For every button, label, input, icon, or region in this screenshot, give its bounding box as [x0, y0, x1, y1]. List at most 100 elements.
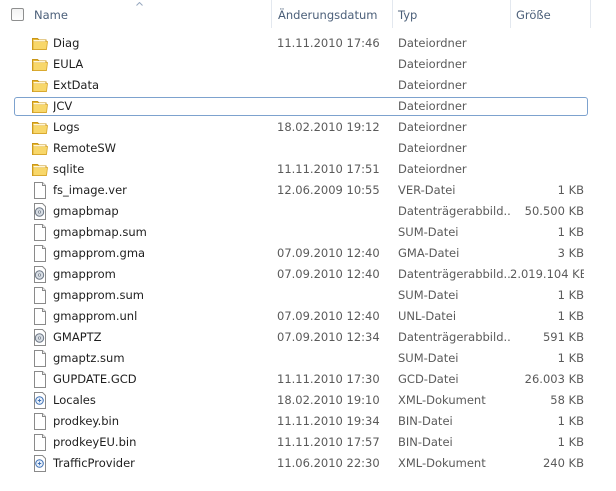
file-type: Dateiordner [398, 141, 467, 155]
file-size: 591 KB [542, 330, 584, 344]
file-name: sqlite [53, 162, 85, 176]
file-row-sqlite[interactable]: sqlite 11.11.2010 17:51 Dateiordner [0, 159, 616, 180]
file-row-prodkey-bin[interactable]: prodkey.bin 11.11.2010 19:34 BIN-Datei 1 KB [0, 411, 616, 432]
folder-icon [31, 119, 49, 136]
file-type: Datenträgerabbild... [398, 267, 510, 281]
select-all-checkbox[interactable] [11, 8, 24, 21]
column-header-name[interactable]: Name [29, 0, 269, 28]
file-name: Logs [53, 120, 80, 134]
column-divider[interactable] [271, 0, 272, 28]
file-size [510, 159, 584, 180]
file-type: GCD-Datei [398, 372, 459, 386]
file-row-gmapbmap-sum[interactable]: gmapbmap.sum SUM-Datei 1 KB [0, 222, 616, 243]
file-name: EULA [53, 57, 84, 71]
modified-date: 11.11.2010 19:34 [277, 414, 380, 428]
folder-icon [31, 140, 49, 157]
file-icon [31, 350, 49, 367]
file-row-eula[interactable]: EULA Dateiordner [0, 54, 616, 75]
file-row-gmapprom[interactable]: gmapprom 07.09.2010 12:40 Datenträgerabbil… [0, 264, 616, 285]
file-icon [31, 224, 49, 241]
file-size [510, 33, 584, 54]
file-type: XML-Dokument [398, 456, 486, 470]
file-row-gupdate-gcd[interactable]: GUPDATE.GCD 11.11.2010 17:30 GCD-Datei 26.0… [0, 369, 616, 390]
file-row-gmapbmap[interactable]: gmapbmap Datenträgerabbild... 50.500 KB [0, 201, 616, 222]
folder-icon [31, 35, 49, 52]
file-icon [31, 413, 49, 430]
file-name: Diag [53, 36, 80, 50]
file-name: Locales [53, 393, 96, 407]
file-row-gmapprom-sum[interactable]: gmapprom.sum SUM-Datei 1 KB [0, 285, 616, 306]
file-row-jcv[interactable]: JCV Dateiordner [0, 96, 616, 117]
file-size [510, 117, 584, 138]
column-header-bar: Name Änderungsdatum Typ Größe [0, 0, 616, 28]
file-type: Dateiordner [398, 162, 467, 176]
xml-file-icon [31, 455, 49, 472]
file-row-gmaptz[interactable]: GMAPTZ 07.09.2010 12:34 Datenträgerabbild.… [0, 327, 616, 348]
file-row-gmaptz-sum[interactable]: gmaptz.sum SUM-Datei 1 KB [0, 348, 616, 369]
file-name: GUPDATE.GCD [53, 372, 137, 386]
column-header-type[interactable]: Typ [393, 0, 509, 28]
file-name: gmapprom.sum [53, 288, 145, 302]
file-type: BIN-Datei [398, 414, 453, 428]
file-row-logs[interactable]: Logs 18.02.2010 19:12 Dateiordner [0, 117, 616, 138]
file-size [510, 96, 584, 117]
file-row-gmapprom-unl[interactable]: gmapprom.unl 07.09.2010 12:40 UNL-Datei 1 K… [0, 306, 616, 327]
xml-file-icon [31, 392, 49, 409]
file-name: fs_image.ver [53, 183, 127, 197]
file-row-prodkeyeu-bin[interactable]: prodkeyEU.bin 11.11.2010 17:57 BIN-Datei 1 … [0, 432, 616, 453]
modified-date: 11.06.2010 22:30 [277, 456, 380, 470]
file-name: JCV [53, 99, 73, 113]
file-size [510, 138, 584, 159]
file-name: gmapbmap [53, 204, 119, 218]
modified-date: 18.02.2010 19:12 [277, 120, 380, 134]
file-size: 1 KB [557, 183, 584, 197]
column-header-date[interactable]: Änderungsdatum [273, 0, 391, 28]
modified-date [277, 54, 392, 75]
column-header-size[interactable]: Größe [511, 0, 591, 28]
folder-icon [31, 77, 49, 94]
file-row-extdata[interactable]: ExtData Dateiordner [0, 75, 616, 96]
file-row-gmapprom-gma[interactable]: gmapprom.gma 07.09.2010 12:40 GMA-Datei 3 K… [0, 243, 616, 264]
modified-date [277, 201, 392, 222]
modified-date: 07.09.2010 12:34 [277, 330, 380, 344]
file-type: GMA-Datei [398, 246, 460, 260]
file-row-locales[interactable]: Locales 18.02.2010 19:10 XML-Dokument 58 KB [0, 390, 616, 411]
file-type: Dateiordner [398, 36, 467, 50]
modified-date: 07.09.2010 12:40 [277, 309, 380, 323]
file-size: 3 KB [557, 246, 584, 260]
modified-date: 18.02.2010 19:10 [277, 393, 380, 407]
file-type: Dateiordner [398, 120, 467, 134]
file-row-trafficprovider[interactable]: TrafficProvider 11.06.2010 22:30 XML-Dokum… [0, 453, 616, 474]
file-name: ExtData [53, 78, 100, 92]
file-type: XML-Dokument [398, 393, 486, 407]
modified-date: 11.11.2010 17:30 [277, 372, 380, 386]
modified-date: 11.11.2010 17:46 [277, 36, 380, 50]
file-type: Datenträgerabbild... [398, 330, 510, 344]
folder-icon [31, 161, 49, 178]
file-row-remotesw[interactable]: RemoteSW Dateiordner [0, 138, 616, 159]
file-icon [31, 308, 49, 325]
file-type: Dateiordner [398, 78, 467, 92]
modified-date [277, 222, 392, 243]
file-name: GMAPTZ [53, 330, 102, 344]
file-size: 1 KB [557, 225, 584, 239]
file-name: gmapprom [53, 267, 116, 281]
file-type: BIN-Datei [398, 435, 453, 449]
file-row-fs-image-ver[interactable]: fs_image.ver 12.06.2009 10:55 VER-Datei 1 K… [0, 180, 616, 201]
file-size [510, 54, 584, 75]
modified-date [277, 96, 392, 117]
file-icon [31, 287, 49, 304]
column-divider[interactable] [590, 0, 591, 28]
file-size [510, 75, 584, 96]
file-size: 58 KB [550, 393, 584, 407]
file-size: 1 KB [557, 414, 584, 428]
disk-image-icon [31, 203, 49, 220]
modified-date: 07.09.2010 12:40 [277, 267, 380, 281]
file-size: 2.019.104 KB [510, 267, 584, 281]
file-icon [31, 434, 49, 451]
file-row-diag[interactable]: Diag 11.11.2010 17:46 Dateiordner [0, 33, 616, 54]
file-size: 50.500 KB [524, 204, 584, 218]
disk-image-icon [31, 266, 49, 283]
file-name: gmapbmap.sum [53, 225, 147, 239]
file-size: 1 KB [557, 435, 584, 449]
